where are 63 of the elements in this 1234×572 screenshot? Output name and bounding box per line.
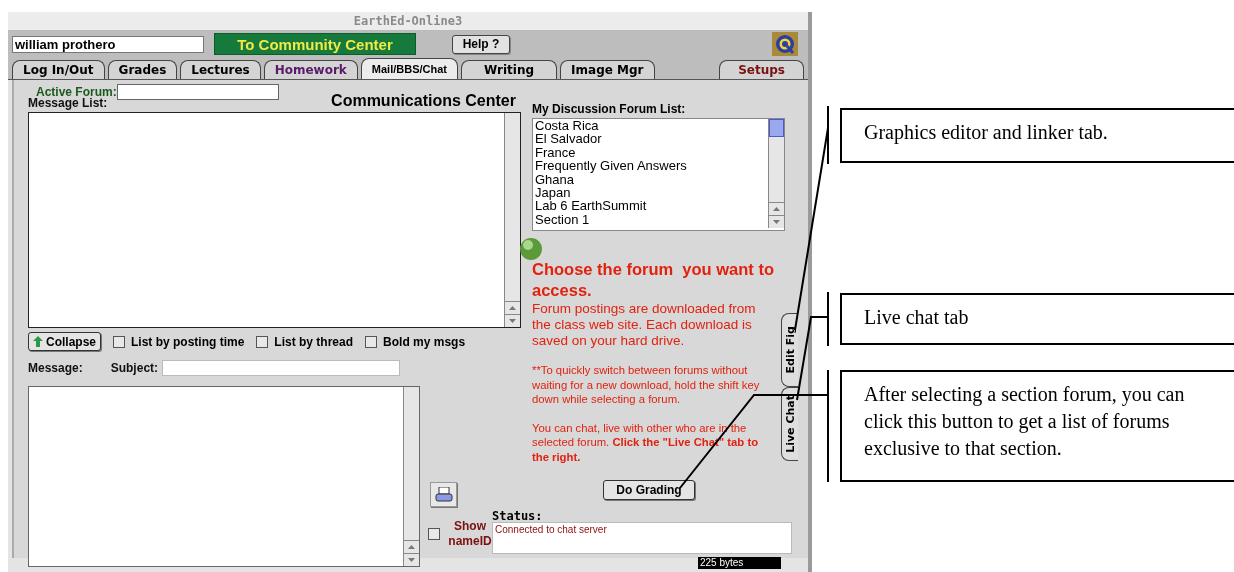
tab[interactable]: Writing [461, 60, 558, 79]
list-item[interactable]: Section 1 [533, 212, 768, 227]
option-label: Bold my msgs [383, 334, 466, 349]
option-label: List by posting time [131, 334, 245, 349]
do-grading-button[interactable]: Do Grading [603, 480, 695, 500]
tab[interactable]: Log In/Out [12, 60, 105, 79]
globe-icon [518, 237, 544, 261]
user-name-field[interactable]: william prothero [12, 35, 204, 53]
list-item[interactable]: Costa Rica [533, 119, 768, 133]
q-logo-icon[interactable] [772, 32, 798, 56]
subject-label: Subject: [110, 361, 159, 375]
print-icon[interactable] [430, 482, 457, 507]
instructions-text: Forum postings are downloaded from the class web site. Each download is saved on your hard drive. [532, 301, 757, 349]
side-tab[interactable]: Edit Fig [781, 313, 798, 387]
page-heading: Communications Center [331, 92, 516, 110]
scroll-thumb[interactable] [769, 119, 784, 137]
checkbox[interactable] [256, 335, 269, 348]
list-item[interactable]: Japan [533, 186, 768, 200]
tab[interactable]: Setups [719, 60, 804, 79]
message-list-label: Message List: [28, 96, 108, 110]
list-item[interactable]: Ghana [533, 172, 768, 187]
collapse-button[interactable]: Collapse [28, 332, 101, 351]
tab[interactable]: Mail/BBS/Chat [360, 58, 459, 79]
forum-list-label: My Discussion Forum List: [532, 102, 687, 116]
list-item[interactable]: Lab 6 EarthSummit [533, 199, 768, 213]
scroll-up-icon[interactable] [773, 207, 780, 211]
show-name-id-label: Show nameID [448, 519, 492, 549]
callout-box: Graphics editor and linker tab. [840, 108, 1234, 163]
instructions-title: Choose the forum you want to access. [532, 259, 775, 301]
scroll-up-icon[interactable] [509, 306, 516, 310]
forum-list[interactable]: Costa Rica El Salvador France Frequently Given Answers Ghana Japan Lab 6 EarthSummit Section 1 [532, 118, 785, 231]
tab[interactable]: Homework [263, 60, 358, 79]
active-forum-label: Active Forum: [36, 84, 117, 99]
side-tab[interactable]: Live Chat [781, 387, 798, 461]
checkbox[interactable] [428, 528, 440, 540]
list-item[interactable]: El Salvador [533, 132, 768, 146]
tab[interactable]: Image Mgr [560, 60, 655, 79]
up-arrow-icon [33, 336, 43, 347]
callout-box: Live chat tab [840, 293, 1234, 345]
list-item[interactable]: Frequently Given Answers [533, 159, 768, 173]
scrollbar[interactable] [768, 119, 784, 228]
scroll-up-icon[interactable] [408, 545, 415, 549]
help-button[interactable]: Help ? [452, 34, 510, 54]
scrollbar[interactable] [504, 113, 520, 327]
checkbox[interactable] [113, 335, 125, 348]
list-item[interactable]: France [533, 145, 768, 160]
active-forum-field[interactable] [116, 83, 279, 100]
subject-field[interactable] [162, 360, 401, 376]
byte-count: 225 bytes [698, 557, 781, 569]
option-label: List by thread [274, 334, 354, 349]
community-center-button[interactable]: To Community Center [214, 33, 416, 55]
tab[interactable]: Lectures [180, 60, 261, 79]
checkbox[interactable] [365, 335, 378, 348]
status-label: Status: [492, 510, 544, 522]
scroll-down-icon[interactable] [773, 220, 780, 224]
tip-text: **To quickly switch between forums without waiting for a new download, hold the shift key down while selecting a forum. [532, 363, 761, 407]
scrollbar[interactable] [403, 387, 419, 566]
scroll-down-icon[interactable] [509, 319, 516, 323]
message-label: Message: [28, 361, 83, 375]
status-field: Connected to chat server [492, 522, 792, 554]
window-title: EarthEd-Online3 [8, 12, 808, 31]
tab[interactable]: Grades [107, 60, 178, 79]
callout-box: After selecting a section forum, you can click this button to get a list of forums exclusive to that section. [840, 370, 1234, 482]
